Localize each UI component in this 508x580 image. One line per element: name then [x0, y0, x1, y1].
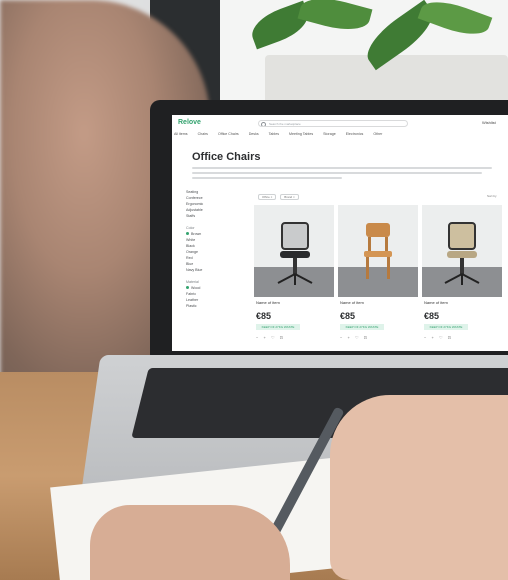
- plus-icon[interactable]: +: [431, 335, 435, 340]
- photo: Relove Search the marketplace Wishlist A…: [0, 0, 508, 580]
- filter-chip[interactable]: Office ×: [258, 194, 277, 200]
- product-image: [422, 205, 502, 297]
- product-name[interactable]: Name of item: [340, 300, 364, 305]
- page-title: Office Chairs: [192, 151, 261, 163]
- cart-icon[interactable]: ⊡: [448, 335, 453, 340]
- minus-icon[interactable]: −: [424, 335, 428, 340]
- card-actions: − + ♡ ⊡: [256, 335, 285, 340]
- cart-icon[interactable]: ⊡: [280, 335, 285, 340]
- minus-icon[interactable]: −: [340, 335, 344, 340]
- wishlist-link[interactable]: Wishlist: [482, 120, 496, 125]
- filter-sidebar: Seating Conferece Ergonomic Adjustable S…: [186, 189, 246, 349]
- sidebar-item[interactable]: Staffs: [186, 213, 246, 219]
- heart-icon[interactable]: ♡: [271, 335, 277, 340]
- nav-item[interactable]: All items: [174, 132, 188, 136]
- search-input[interactable]: Search the marketplace: [258, 120, 408, 127]
- plus-icon[interactable]: +: [263, 335, 267, 340]
- nav-item[interactable]: Tables: [269, 132, 279, 136]
- heart-icon[interactable]: ♡: [439, 335, 445, 340]
- filter-chip[interactable]: Brand ×: [280, 194, 299, 200]
- heart-icon[interactable]: ♡: [355, 335, 361, 340]
- product-badge: KEEP OF 27KG WASTE: [256, 324, 300, 330]
- product-card[interactable]: Name of item €85 KEEP OF 27KG WASTE − + …: [338, 205, 418, 350]
- product-price: €85: [256, 311, 272, 321]
- left-hand: [90, 505, 290, 580]
- nav-item[interactable]: Desks: [249, 132, 259, 136]
- material-option[interactable]: Plastic: [186, 303, 246, 309]
- active-filters: Office × Brand ×: [258, 194, 302, 200]
- category-nav: All items Chairs Office Chairs Desks Tab…: [174, 132, 508, 140]
- plus-icon[interactable]: +: [347, 335, 351, 340]
- radio-icon: [186, 232, 189, 235]
- office-chair-icon: [444, 222, 480, 285]
- office-chair-icon: [277, 222, 313, 285]
- product-price: €85: [340, 311, 356, 321]
- product-badge: KEEP OF 27KG WASTE: [424, 324, 468, 330]
- nav-item[interactable]: Other: [373, 132, 382, 136]
- product-badge: KEEP OF 27KG WASTE: [340, 324, 384, 330]
- nav-item[interactable]: Storage: [323, 132, 336, 136]
- sort-dropdown[interactable]: Sort by: [487, 194, 497, 198]
- product-name[interactable]: Name of item: [424, 300, 448, 305]
- nav-item[interactable]: Meeting Tables: [289, 132, 313, 136]
- product-image: [338, 205, 418, 297]
- card-actions: − + ♡ ⊡: [340, 335, 369, 340]
- site-header: Relove Search the marketplace Wishlist: [172, 115, 508, 131]
- product-name[interactable]: Name of item: [256, 300, 280, 305]
- product-image: [254, 205, 334, 297]
- card-actions: − + ♡ ⊡: [424, 335, 453, 340]
- nav-item[interactable]: Chairs: [198, 132, 208, 136]
- nav-item[interactable]: Office Chairs: [218, 132, 239, 136]
- color-option[interactable]: Navy Blue: [186, 267, 246, 273]
- cart-icon[interactable]: ⊡: [364, 335, 369, 340]
- page-description: [192, 167, 492, 181]
- right-hand: [330, 395, 508, 580]
- nav-item[interactable]: Electronics: [346, 132, 364, 136]
- product-card[interactable]: Name of item €85 KEEP OF 27KG WASTE − + …: [254, 205, 334, 350]
- site-logo[interactable]: Relove: [178, 119, 201, 126]
- laptop-screen: Relove Search the marketplace Wishlist A…: [172, 115, 508, 351]
- wooden-chair-icon: [364, 223, 392, 279]
- minus-icon[interactable]: −: [256, 335, 260, 340]
- product-price: €85: [424, 311, 440, 321]
- product-card[interactable]: Name of item €85 KEEP OF 27KG WASTE − + …: [422, 205, 502, 350]
- radio-icon: [186, 286, 189, 289]
